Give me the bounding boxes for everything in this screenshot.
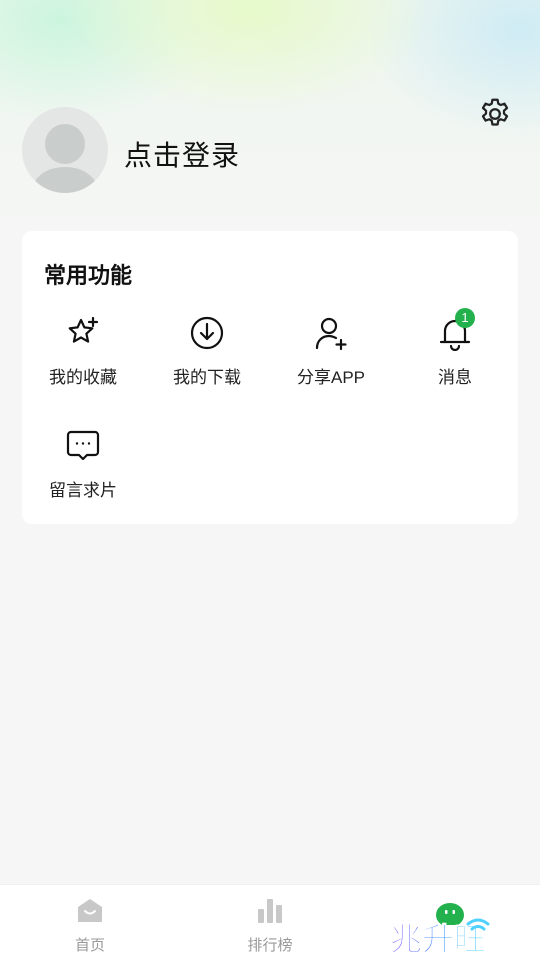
- add-user-icon: [315, 317, 347, 351]
- chat-bubble-icon: [66, 430, 100, 461]
- favorites-label: 我的收藏: [49, 368, 117, 387]
- downloads-label: 我的下载: [173, 368, 241, 387]
- messages-label: 消息: [438, 368, 472, 387]
- download-icon: [190, 316, 224, 350]
- watermark-logo: 兆升旺: [390, 918, 490, 958]
- avatar[interactable]: [22, 107, 108, 193]
- messages-button[interactable]: 1 消息: [395, 308, 515, 401]
- section-title: 常用功能: [44, 263, 133, 288]
- svg-text:兆升旺: 兆升旺: [390, 920, 486, 958]
- tab-ranking-label: 排行榜: [247, 937, 293, 954]
- tab-home-label: 首页: [74, 937, 105, 954]
- request-movie-label: 留言求片: [49, 481, 117, 500]
- message-count-badge: 1: [455, 308, 475, 328]
- request-movie-button[interactable]: 留言求片: [23, 428, 143, 514]
- login-link[interactable]: 点击登录: [124, 134, 240, 174]
- downloads-button[interactable]: 我的下载: [147, 315, 267, 401]
- share-app-button[interactable]: 分享APP: [271, 315, 391, 401]
- tab-home[interactable]: 首页: [0, 885, 180, 961]
- common-functions-card: 常用功能 我的收藏 我的下载 分享APP 1 消息 留言求片: [22, 231, 518, 524]
- tab-ranking[interactable]: 排行榜: [180, 885, 360, 961]
- bar-chart-icon: [258, 899, 282, 923]
- home-icon: [78, 899, 102, 922]
- favorites-button[interactable]: 我的收藏: [23, 315, 143, 401]
- share-app-label: 分享APP: [296, 368, 366, 387]
- star-plus-icon: [68, 316, 99, 343]
- settings-button[interactable]: [477, 96, 513, 132]
- gear-icon: [481, 98, 509, 126]
- user-placeholder-icon: [33, 124, 97, 193]
